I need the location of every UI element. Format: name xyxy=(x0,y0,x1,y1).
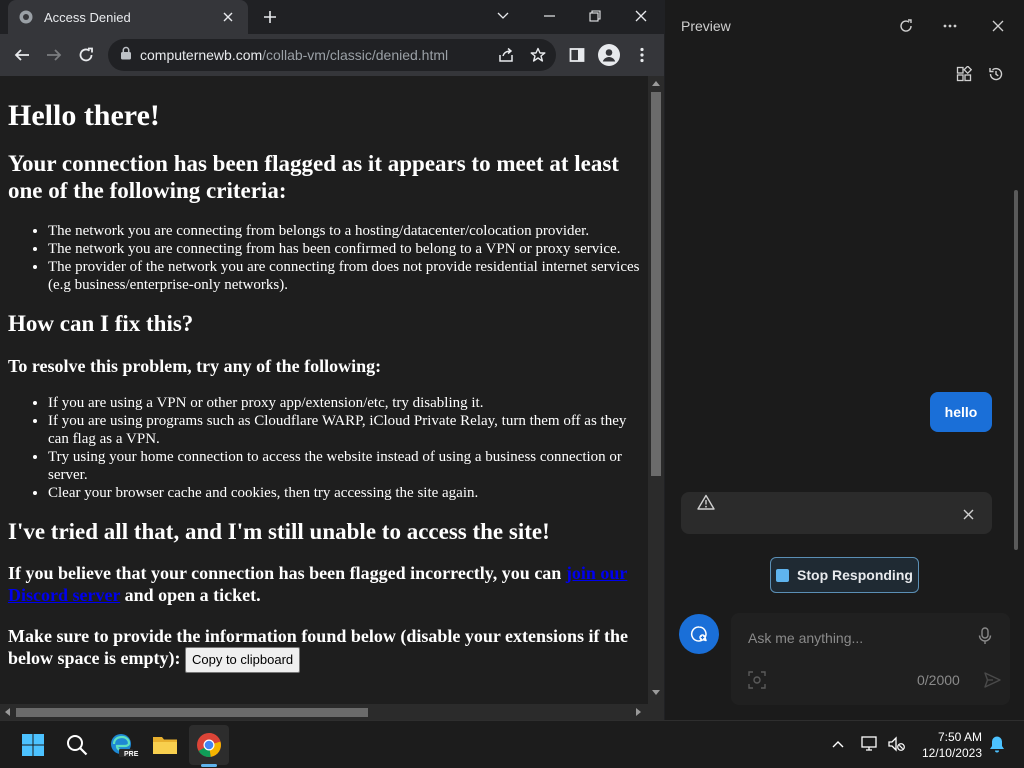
preview-panel: Preview hello Stop Responding Ask me any… xyxy=(665,0,1024,720)
scroll-up-arrow-icon[interactable] xyxy=(652,81,660,86)
browser-toolbar: computernewb.com/collab-vm/classic/denie… xyxy=(0,34,664,76)
chat-input-placeholder[interactable]: Ask me anything... xyxy=(748,630,863,646)
horizontal-scrollbar[interactable] xyxy=(0,704,648,720)
user-message-bubble: hello xyxy=(930,392,992,432)
back-button[interactable] xyxy=(8,41,36,69)
chrome-menu-icon[interactable] xyxy=(628,41,656,69)
microphone-icon[interactable] xyxy=(978,627,992,650)
image-search-icon[interactable] xyxy=(748,671,766,694)
denied-page: Hello there! Your connection has been fl… xyxy=(0,99,648,673)
list-item: Try using your home connection to access… xyxy=(48,448,640,484)
history-icon[interactable] xyxy=(984,62,1008,86)
more-options-icon[interactable] xyxy=(938,14,962,38)
horizontal-scroll-thumb[interactable] xyxy=(16,708,368,717)
provide-info-paragraph: Make sure to provide the information fou… xyxy=(8,625,640,673)
list-item: The network you are connecting from has … xyxy=(48,240,640,258)
restore-button[interactable] xyxy=(572,0,618,32)
warning-icon xyxy=(697,494,715,515)
share-icon[interactable] xyxy=(492,41,520,69)
panel-scrollbar[interactable] xyxy=(1014,190,1018,550)
network-icon[interactable] xyxy=(859,733,881,755)
discord-paragraph: If you believe that your connection has … xyxy=(8,562,640,606)
error-message-card xyxy=(681,492,992,534)
volume-muted-icon[interactable] xyxy=(885,733,907,755)
plugins-icon[interactable] xyxy=(952,62,976,86)
vertical-scroll-thumb[interactable] xyxy=(651,92,661,476)
dismiss-error-icon[interactable] xyxy=(963,507,974,525)
stop-responding-label: Stop Responding xyxy=(797,567,913,583)
scroll-right-arrow-icon[interactable] xyxy=(636,708,641,716)
profile-avatar-icon[interactable] xyxy=(595,41,623,69)
page-viewport[interactable]: Hello there! Your connection has been fl… xyxy=(0,76,648,704)
new-tab-button[interactable] xyxy=(258,5,282,29)
edge-pre-badge: PRE xyxy=(124,751,139,758)
vertical-scrollbar[interactable] xyxy=(648,76,664,704)
character-count: 0/2000 xyxy=(917,672,960,688)
refresh-icon[interactable] xyxy=(894,14,918,38)
chrome-icon xyxy=(197,733,221,758)
list-item: The network you are connecting from belo… xyxy=(48,222,640,240)
reload-button[interactable] xyxy=(72,41,100,69)
close-panel-icon[interactable] xyxy=(986,14,1010,38)
chat-input-box[interactable]: Ask me anything... 0/2000 xyxy=(731,613,1010,705)
copy-to-clipboard-button[interactable]: Copy to clipboard xyxy=(184,647,301,673)
start-button[interactable] xyxy=(13,725,53,765)
tab-close-icon[interactable] xyxy=(218,7,238,27)
site-favicon-icon xyxy=(18,9,34,25)
resolve-heading: To resolve this problem, try any of the … xyxy=(8,356,382,376)
windows-logo-icon xyxy=(22,734,44,756)
new-topic-icon xyxy=(690,626,707,642)
bookmark-star-icon[interactable] xyxy=(524,41,552,69)
clock-date: 12/10/2023 xyxy=(921,746,982,760)
page-heading: Hello there! xyxy=(8,99,160,132)
list-item: Clear your browser cache and cookies, th… xyxy=(48,484,640,502)
side-panel-icon[interactable] xyxy=(563,41,591,69)
discord-text-before: If you believe that your connection has … xyxy=(8,563,566,583)
clock-time: 7:50 AM xyxy=(937,730,982,744)
tab-title: Access Denied xyxy=(44,9,131,25)
tried-heading: I've tried all that, and I'm still unabl… xyxy=(8,519,550,544)
flagged-heading: Your connection has been flagged as it a… xyxy=(8,151,619,203)
folder-icon xyxy=(153,737,177,754)
tab-strip: Access Denied xyxy=(0,0,664,34)
active-app-indicator xyxy=(201,764,217,767)
criteria-list: The network you are connecting from belo… xyxy=(48,222,640,294)
clock[interactable]: 7:50 AM 12/10/2023 xyxy=(912,729,982,761)
taskbar-search-button[interactable] xyxy=(57,725,97,765)
scrollbar-corner xyxy=(648,704,664,720)
panel-title: Preview xyxy=(681,18,731,34)
list-item: If you are using programs such as Cloudf… xyxy=(48,412,640,448)
scroll-left-arrow-icon[interactable] xyxy=(5,708,10,716)
url-host: computernewb.com xyxy=(140,47,263,63)
chrome-app[interactable] xyxy=(189,725,229,765)
list-item: The provider of the network you are conn… xyxy=(48,258,640,294)
minimize-button[interactable] xyxy=(526,0,572,32)
tab-search-icon[interactable] xyxy=(480,0,526,32)
tab-access-denied[interactable]: Access Denied xyxy=(8,0,248,34)
notifications-bell-icon[interactable] xyxy=(986,733,1008,755)
lock-icon[interactable] xyxy=(120,46,132,65)
browser-window: Access Denied computernewb.com /collab-v… xyxy=(0,0,664,720)
stop-responding-button[interactable]: Stop Responding xyxy=(770,557,919,593)
provide-info-text: Make sure to provide the information fou… xyxy=(8,626,629,669)
fix-heading: How can I fix this? xyxy=(8,311,194,336)
edge-preview-app[interactable]: PRE xyxy=(101,725,141,765)
fixes-list: If you are using a VPN or other proxy ap… xyxy=(48,394,640,502)
new-topic-button[interactable] xyxy=(679,614,719,654)
file-explorer-app[interactable] xyxy=(145,725,185,765)
close-window-button[interactable] xyxy=(618,0,664,32)
stop-square-icon xyxy=(776,568,790,582)
discord-text-after: and open a ticket. xyxy=(120,585,261,605)
url-path: /collab-vm/classic/denied.html xyxy=(262,47,449,63)
address-bar[interactable]: computernewb.com/collab-vm/classic/denie… xyxy=(108,39,556,71)
list-item: If you are using a VPN or other proxy ap… xyxy=(48,394,640,412)
scroll-down-arrow-icon[interactable] xyxy=(652,690,660,695)
show-hidden-icons-chevron-icon[interactable] xyxy=(827,733,849,755)
forward-button[interactable] xyxy=(40,41,68,69)
search-icon xyxy=(67,735,88,756)
taskbar: PRE 7:50 AM 12/10/2023 xyxy=(0,720,1024,768)
send-icon[interactable] xyxy=(984,672,1001,693)
